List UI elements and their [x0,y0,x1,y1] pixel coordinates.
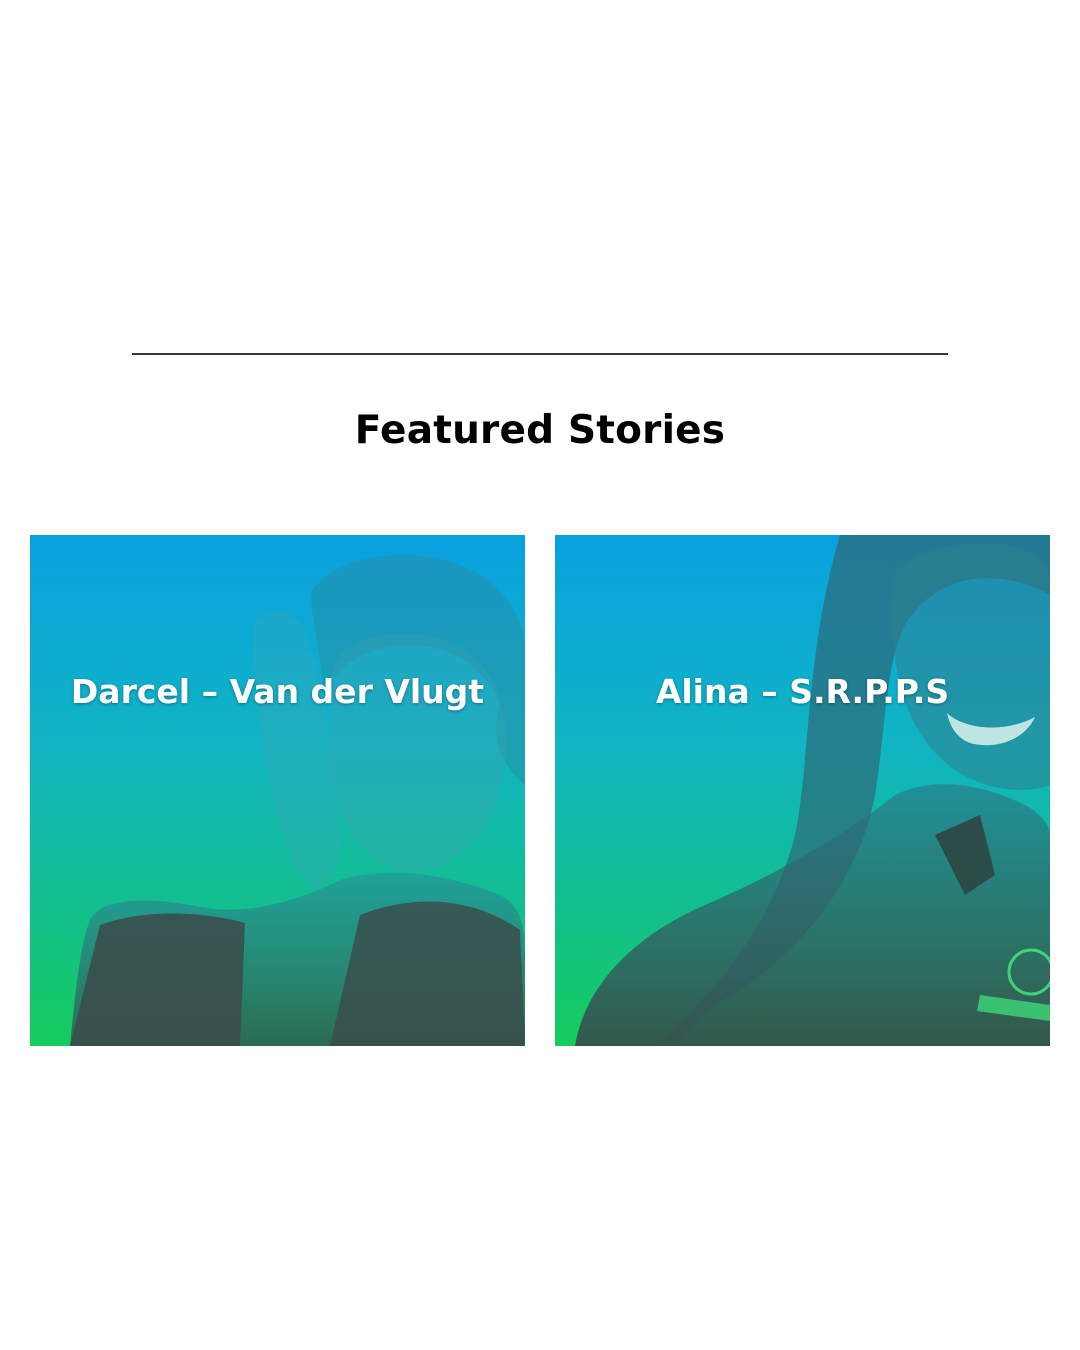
story-card-label: Alina – S.R.P.P.S [655,672,950,711]
section-divider [132,353,948,355]
story-card-alina[interactable]: Alina – S.R.P.P.S [555,535,1050,1046]
story-card-label: Darcel – Van der Vlugt [70,672,485,711]
portrait-photo [70,555,525,1046]
section-title: Featured Stories [354,408,726,453]
story-card-darcel[interactable]: Darcel – Van der Vlugt [30,535,525,1046]
portrait-photo [575,535,1050,1046]
